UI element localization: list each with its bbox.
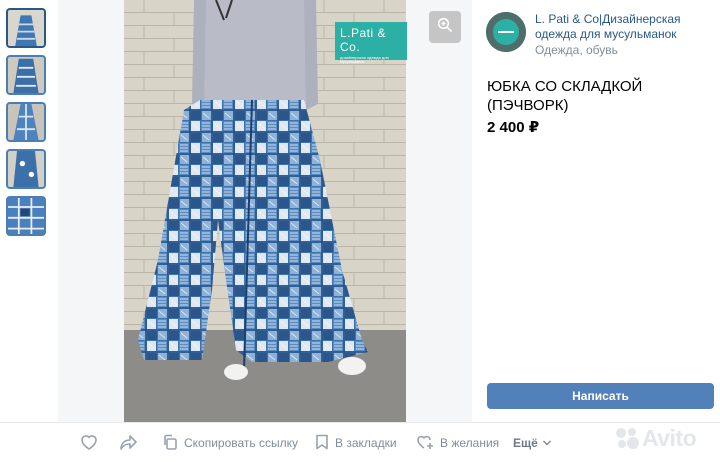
more-button[interactable]: Ещё [513,423,558,462]
share-icon [120,434,144,453]
brand-logo-tagline: дизайнерская одежда для мусульманок [340,55,389,64]
zoom-button[interactable] [429,11,461,43]
thumbnail-4[interactable] [6,149,46,189]
like-icon [80,434,104,453]
bookmark-button[interactable]: В закладки [315,423,397,462]
seller-block: L. Pati & Co|Дизайнерская одежда для мус… [486,12,720,57]
more-label: Ещё [513,436,538,450]
copy-link-label: Скопировать ссылку [184,436,299,450]
avito-watermark: Avito [614,424,697,452]
wishlist-label: В желания [440,436,500,450]
brand-logo-name: L.Pati & Co. [340,26,387,54]
bookmark-label: В закладки [335,436,397,450]
seller-avatar[interactable] [486,12,526,52]
seller-category: Одежда, обувь [535,43,618,57]
thumbnail-list [6,8,46,243]
seller-name-link[interactable]: L. Pati & Co|Дизайнерская одежда для мус… [535,12,720,42]
avito-watermark-text: Avito [642,424,697,451]
chevron-down-icon [542,436,558,450]
zoom-icon [437,17,453,38]
product-title: ЮБКА СО СКЛАДКОЙ (ПЭЧВОРК) [487,78,643,114]
thumbnail-1[interactable] [6,8,46,48]
bookmark-icon [315,434,335,453]
thumbnail-3[interactable] [6,102,46,142]
product-page: L.Pati & Co. дизайнерская одежда для мус… [0,0,720,462]
like-button[interactable] [80,423,104,462]
write-button[interactable]: Написать [487,383,714,409]
share-button[interactable] [120,423,144,462]
copy-icon [162,434,184,453]
product-price: 2 400 ₽ [487,119,540,136]
wishlist-icon [416,434,440,453]
thumbnail-2[interactable] [6,55,46,95]
brand-logo: L.Pati & Co. дизайнерская одежда для мус… [335,22,407,64]
action-bar: Скопировать ссылку В закладки В желания … [0,422,720,462]
wishlist-button[interactable]: В желания [416,423,499,462]
thumbnail-5[interactable] [6,196,46,236]
copy-link-button[interactable]: Скопировать ссылку [162,423,298,462]
